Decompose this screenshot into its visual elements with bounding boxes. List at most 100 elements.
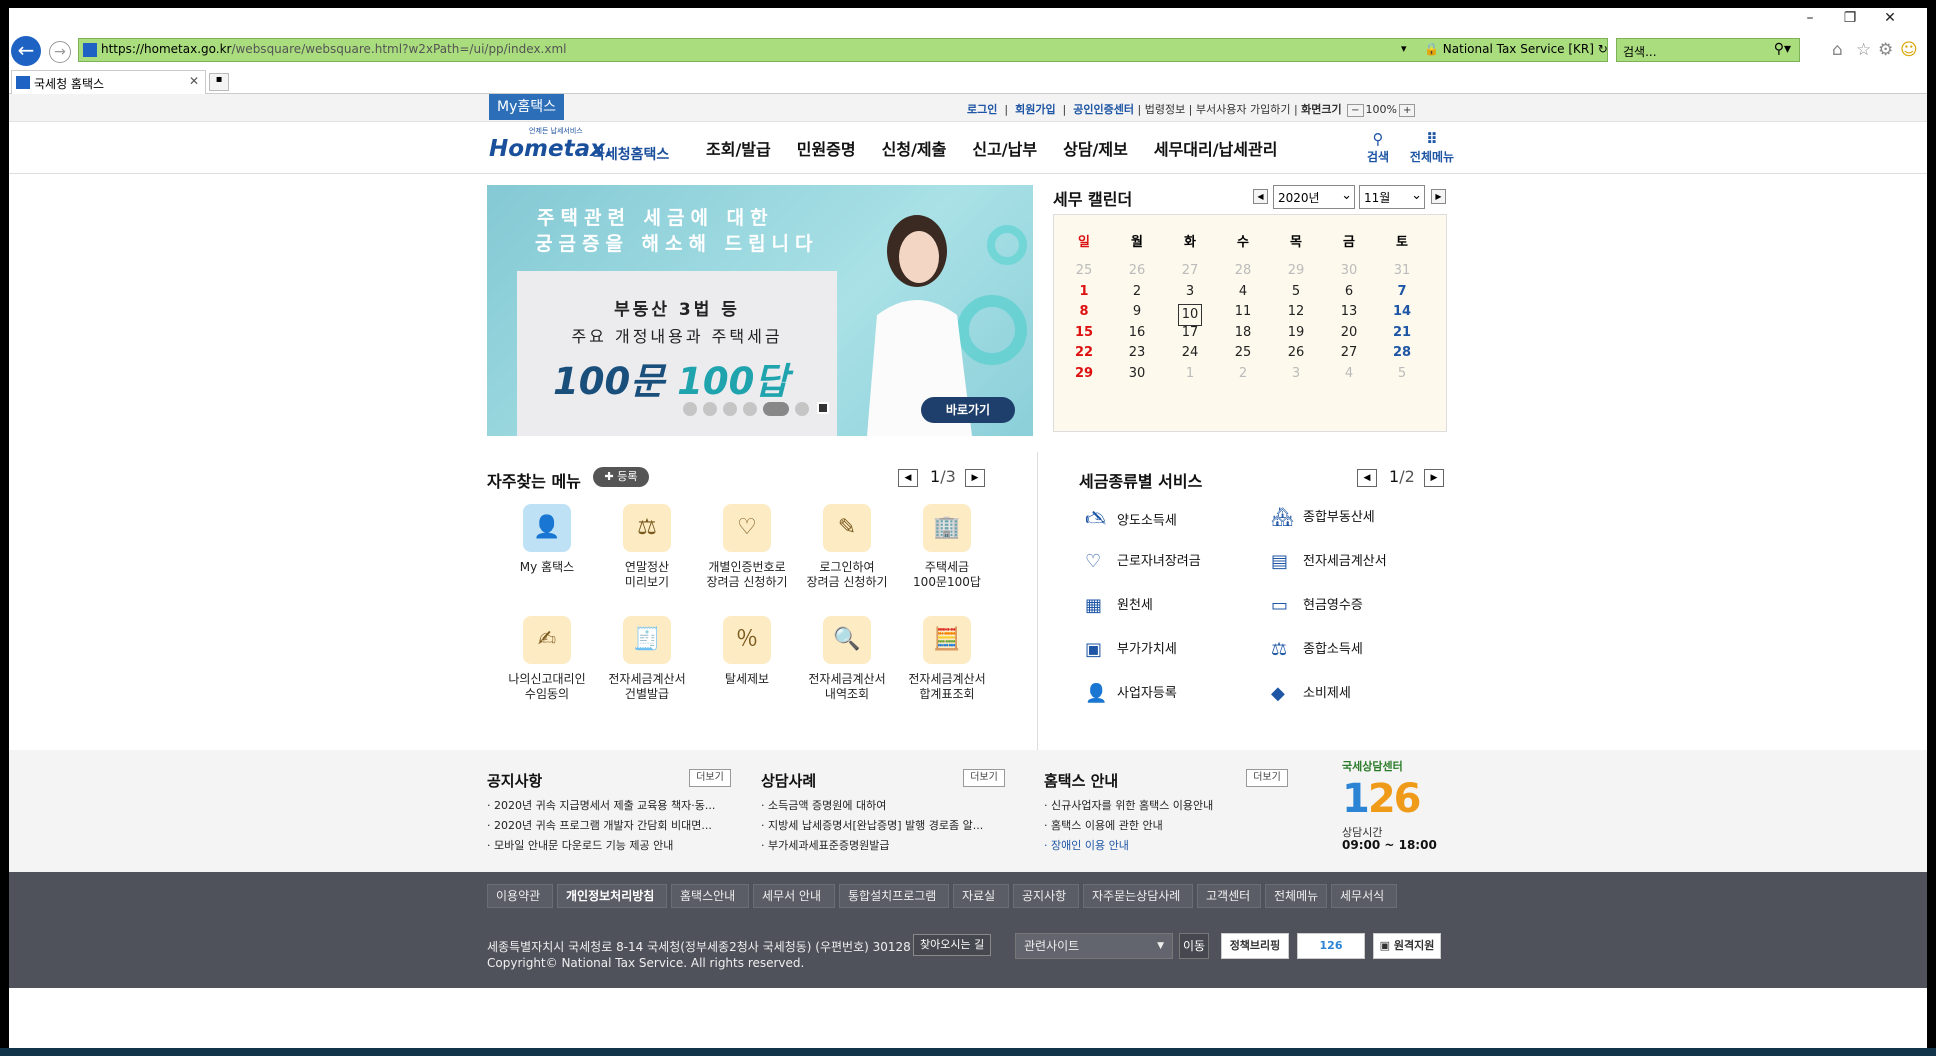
calendar-day[interactable]: 1 xyxy=(1170,366,1210,381)
footer-link[interactable]: 공지사항 xyxy=(1013,884,1079,908)
guide-item[interactable]: · 신규사업자를 위한 홈택스 이용안내 xyxy=(1044,796,1213,816)
calendar-day[interactable]: 6 xyxy=(1329,284,1369,299)
favorites-star-icon[interactable]: ☆ xyxy=(1856,40,1871,60)
refresh-icon[interactable]: ↻ xyxy=(1598,42,1608,56)
zoom-in-button[interactable]: + xyxy=(1399,104,1416,117)
notice-item[interactable]: · 모바일 안내문 다운로드 기능 제공 안내 xyxy=(487,836,715,856)
legal-info-link[interactable]: 법령정보 xyxy=(1145,103,1185,116)
policy-briefing-banner[interactable]: 정책브리핑 xyxy=(1221,933,1289,959)
all-menu-button[interactable]: ⠿ 전체메뉴 xyxy=(1407,130,1457,165)
nav-item[interactable]: 조회/발급 xyxy=(706,140,771,159)
tax-service-item[interactable]: ⚖ 종합소득세 xyxy=(1271,638,1363,660)
footer-link[interactable]: 고객센터 xyxy=(1197,884,1261,908)
calendar-day[interactable]: 19 xyxy=(1276,325,1316,340)
calendar-day[interactable]: 15 xyxy=(1064,325,1104,340)
carousel-dot[interactable] xyxy=(743,402,757,416)
new-tab-button[interactable]: ▪ xyxy=(209,73,229,91)
my-hometax-tab[interactable]: My홈택스 xyxy=(489,94,564,120)
footer-link[interactable]: 자료실 xyxy=(953,884,1009,908)
calendar-day[interactable]: 8 xyxy=(1064,304,1104,319)
calendar-day[interactable]: 11 xyxy=(1223,304,1263,319)
carousel-dot[interactable] xyxy=(703,402,717,416)
quick-menu-item[interactable]: 🧮 전자세금계산서 합계표조회 xyxy=(897,616,997,702)
related-go-button[interactable]: 이동 xyxy=(1179,933,1209,959)
close-tab-icon[interactable]: ✕ xyxy=(189,74,199,88)
register-button[interactable]: ✚ 등록 xyxy=(593,467,649,487)
carousel-dot-active[interactable] xyxy=(763,402,789,416)
tax-service-item[interactable]: ♡ 근로자녀장려금 xyxy=(1085,550,1201,572)
calendar-day[interactable]: 16 xyxy=(1117,325,1157,340)
forward-button[interactable]: → xyxy=(49,41,71,63)
quick-prev-button[interactable]: ◀ xyxy=(898,469,918,487)
calendar-day[interactable]: 17 xyxy=(1170,325,1210,340)
tax-service-item[interactable]: ▦ 원천세 xyxy=(1085,594,1153,616)
quick-next-button[interactable]: ▶ xyxy=(965,469,985,487)
consult-item[interactable]: · 지방세 납세증명서[완납증명] 발행 경로좀 알... xyxy=(761,816,983,836)
footer-link[interactable]: 통합설치프로그램 xyxy=(839,884,949,908)
tax-service-item[interactable]: ▭ 현금영수증 xyxy=(1271,594,1363,616)
related-sites-select[interactable]: 관련사이트 ▼ xyxy=(1015,933,1173,959)
calendar-day[interactable]: 23 xyxy=(1117,345,1157,360)
calendar-day[interactable]: 29 xyxy=(1064,366,1104,381)
quick-menu-item[interactable]: ✍ 나의신고대리인 수임동의 xyxy=(497,616,597,702)
nav-item[interactable]: 상담/제보 xyxy=(1063,140,1128,159)
month-select[interactable]: 11월 ⌄ xyxy=(1359,185,1425,209)
calendar-day[interactable]: 28 xyxy=(1382,345,1422,360)
quick-menu-item[interactable]: 🔍 전자세금계산서 내역조회 xyxy=(797,616,897,702)
center-126-banner[interactable]: 126 xyxy=(1297,933,1365,959)
site-identity[interactable]: 🔒 National Tax Service [KR] ↻ xyxy=(1424,42,1608,56)
tax-next-button[interactable]: ▶ xyxy=(1424,469,1444,487)
guide-item[interactable]: · 홈택스 이용에 관한 안내 xyxy=(1044,816,1213,836)
close-window-button[interactable]: ✕ xyxy=(1875,10,1905,26)
calendar-day[interactable]: 14 xyxy=(1382,304,1422,319)
tax-service-item[interactable]: 🏘 종합부동산세 xyxy=(1271,506,1375,528)
browser-tab[interactable]: 국세청 홈택스 ✕ xyxy=(11,70,206,94)
calendar-day[interactable]: 31 xyxy=(1382,263,1422,278)
quick-menu-item[interactable]: ✎ 로그인하여 장려금 신청하기 xyxy=(797,504,897,590)
minimize-button[interactable]: – xyxy=(1795,10,1825,26)
tax-service-item[interactable]: ▤ 전자세금계산서 xyxy=(1271,550,1387,572)
quick-menu-item[interactable]: ％ 탈세제보 xyxy=(697,616,797,687)
calendar-day[interactable]: 3 xyxy=(1170,284,1210,299)
notice-more-button[interactable]: 더보기 xyxy=(689,769,731,787)
calendar-day[interactable]: 13 xyxy=(1329,304,1369,319)
calendar-day[interactable]: 12 xyxy=(1276,304,1316,319)
calendar-day[interactable]: 25 xyxy=(1064,263,1104,278)
main-banner[interactable]: 주택관련 세금에 대한 궁금증을 해소해 드립니다 부동산 3법 등 주요 개정… xyxy=(487,185,1033,436)
join-link[interactable]: 회원가입 xyxy=(1015,103,1055,116)
zoom-out-button[interactable]: − xyxy=(1347,104,1364,117)
calendar-day[interactable]: 26 xyxy=(1276,345,1316,360)
calendar-day[interactable]: 26 xyxy=(1117,263,1157,278)
calendar-day[interactable]: 20 xyxy=(1329,325,1369,340)
carousel-dot[interactable] xyxy=(795,402,809,416)
consult-item[interactable]: · 소득금액 증명원에 대하여 xyxy=(761,796,983,816)
calendar-day[interactable]: 30 xyxy=(1117,366,1157,381)
calendar-day[interactable]: 30 xyxy=(1329,263,1369,278)
consult-item[interactable]: · 부가세과세표준증명원발급 xyxy=(761,836,983,856)
quick-menu-item[interactable]: ♡ 개별인증번호로 장려금 신청하기 xyxy=(697,504,797,590)
carousel-dot[interactable] xyxy=(723,402,737,416)
tax-service-item[interactable]: 🖎 양도소득세 xyxy=(1085,506,1177,536)
calendar-day[interactable]: 28 xyxy=(1223,263,1263,278)
nav-item[interactable]: 신청/제출 xyxy=(882,140,947,159)
calendar-day[interactable]: 7 xyxy=(1382,284,1422,299)
home-icon[interactable]: ⌂ xyxy=(1832,40,1843,60)
quick-menu-item[interactable]: ⚖ 연말정산 미리보기 xyxy=(597,504,697,590)
search-icon[interactable]: ⚲▾ xyxy=(1774,41,1791,57)
carousel-pause-button[interactable] xyxy=(817,402,829,414)
notice-item[interactable]: · 2020년 귀속 프로그램 개발자 간담회 비대면... xyxy=(487,816,715,836)
back-button[interactable]: ← xyxy=(11,36,41,66)
calendar-day[interactable]: 18 xyxy=(1223,325,1263,340)
carousel-dot[interactable] xyxy=(683,402,697,416)
calendar-day[interactable]: 24 xyxy=(1170,345,1210,360)
nav-item[interactable]: 민원증명 xyxy=(797,140,856,159)
calendar-day[interactable]: 5 xyxy=(1382,366,1422,381)
maximize-button[interactable]: ❐ xyxy=(1835,10,1865,26)
footer-link[interactable]: 이용약관 xyxy=(487,884,553,908)
quick-menu-item[interactable]: 👤 My 홈택스 xyxy=(497,504,597,575)
year-select[interactable]: 2020년 ⌄ xyxy=(1273,185,1355,209)
find-way-button[interactable]: 찾아오시는 길 xyxy=(913,934,992,956)
guide-item[interactable]: · 장애인 이용 안내 xyxy=(1044,836,1213,856)
calendar-day[interactable]: 2 xyxy=(1223,366,1263,381)
calendar-day[interactable]: 10 xyxy=(1178,304,1202,326)
